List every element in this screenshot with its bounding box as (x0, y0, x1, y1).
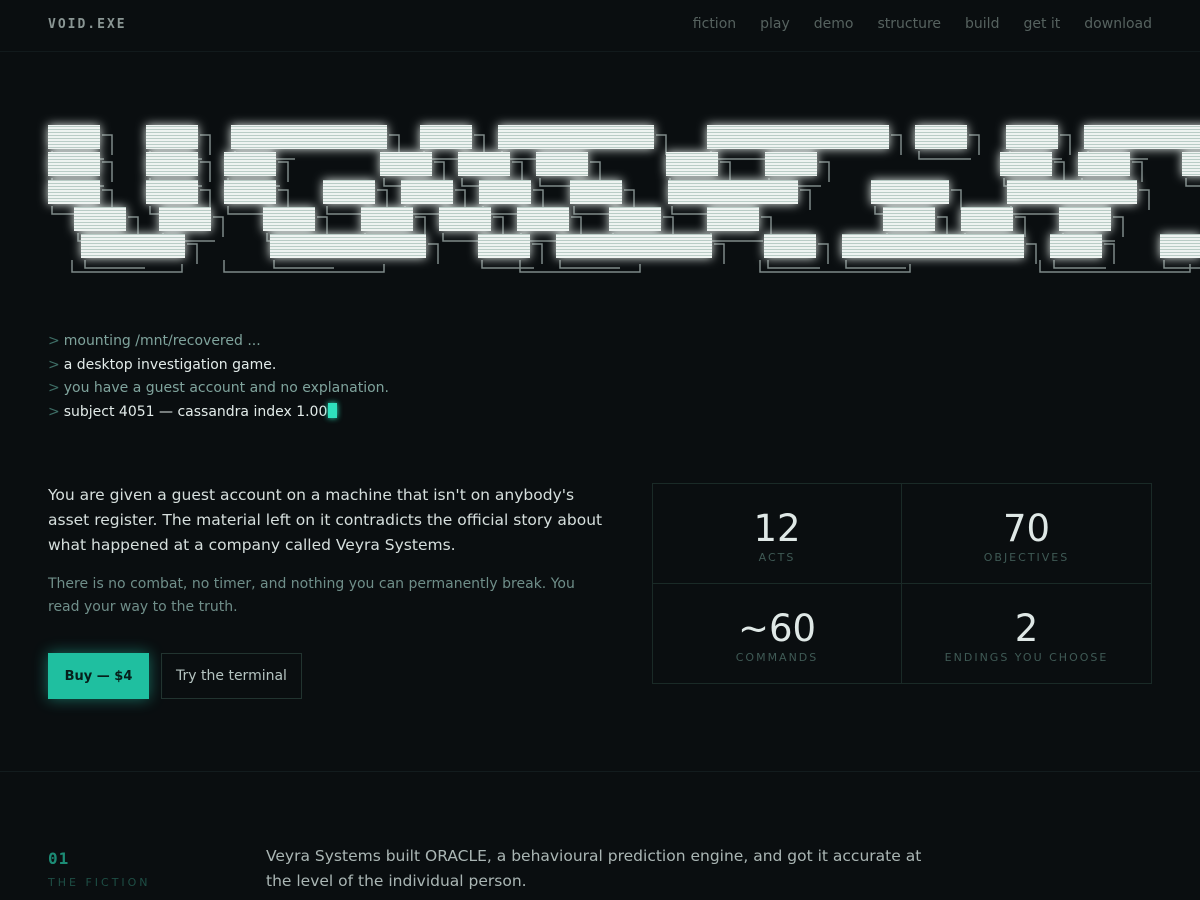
nav-link-download[interactable]: download (1084, 16, 1152, 32)
logo-block (1050, 234, 1102, 258)
logo-block (764, 234, 816, 258)
section-divider (0, 771, 1200, 772)
logo-block (224, 180, 276, 204)
prompt-symbol: > (48, 404, 60, 421)
logo-block (498, 125, 654, 149)
section-text: Veyra Systems built ORACLE, a behavioura… (266, 847, 922, 890)
logo-block (961, 207, 1013, 231)
logo-block (231, 125, 387, 149)
logo-block (1078, 152, 1130, 176)
prompt-symbol: > (48, 380, 60, 397)
stat-value: 70 (1002, 506, 1051, 550)
brand-logo[interactable]: VOID.EXE (48, 17, 127, 32)
logo-block (1084, 125, 1200, 149)
nav-link-get-it[interactable]: get it (1023, 16, 1060, 32)
logo-block (146, 180, 198, 204)
logo-block (668, 180, 798, 204)
logo-block (1006, 125, 1058, 149)
logo-block (707, 125, 889, 149)
logo-block (609, 207, 661, 231)
nav-link-structure[interactable]: structure (877, 16, 941, 32)
logo-block (1182, 152, 1200, 176)
nav-link-demo[interactable]: demo (814, 16, 854, 32)
intro-subtext: There is no combat, no timer, and nothin… (48, 576, 575, 615)
logo-block (401, 180, 453, 204)
stat-value: ~60 (737, 606, 817, 650)
stat-acts: 12 ACTS (653, 484, 902, 584)
logo-block (224, 152, 276, 176)
logo-block (478, 234, 530, 258)
logo-block (1059, 207, 1111, 231)
section-number: 01 (48, 849, 70, 868)
top-nav: VOID.EXE fiction play demo structure bui… (0, 0, 1200, 52)
logo-block (871, 180, 949, 204)
logo-wire (519, 260, 641, 273)
logo-block (270, 234, 426, 258)
logo-block (74, 207, 126, 231)
prompt-symbol: > (48, 356, 60, 373)
stat-label: ACTS (758, 550, 796, 564)
logo-block (556, 234, 712, 258)
stat-label: ENDINGS YOU CHOOSE (944, 650, 1109, 664)
logo-block (765, 152, 817, 176)
logo-block (146, 125, 198, 149)
logo-block (48, 180, 100, 204)
logo-block (48, 125, 100, 149)
terminal-line: > subject 4051 — cassandra index 1.00 (48, 401, 389, 425)
stat-commands: ~60 COMMANDS (653, 583, 902, 683)
logo-block (81, 234, 185, 258)
intro-paragraph: You are given a guest account on a machi… (48, 486, 603, 554)
blinking-cursor (328, 403, 338, 419)
nav-link-fiction[interactable]: fiction (693, 16, 736, 32)
logo-block (570, 180, 622, 204)
logo-block (48, 152, 100, 176)
terminal-line: > mounting /mnt/recovered ... (48, 333, 261, 349)
stat-label: OBJECTIVES (983, 550, 1070, 564)
terminal-line: > a desktop investigation game. (48, 356, 277, 373)
nav-link-build[interactable]: build (965, 16, 999, 32)
logo-wire (759, 260, 911, 273)
logo-block (323, 180, 375, 204)
logo-block (263, 207, 315, 231)
logo-block (380, 152, 432, 176)
glitch-logo-art (0, 100, 1200, 300)
logo-block (1000, 152, 1052, 176)
nav-link-play[interactable]: play (760, 16, 790, 32)
logo-block (1007, 180, 1137, 204)
logo-wire (223, 260, 385, 273)
stat-label: COMMANDS (735, 650, 819, 664)
logo-block (707, 207, 759, 231)
logo-wire (71, 260, 183, 273)
logo-block (1160, 234, 1200, 258)
logo-block (883, 207, 935, 231)
stat-endings: 2 ENDINGS YOU CHOOSE (902, 584, 1151, 684)
stat-value: 2 (1014, 606, 1039, 650)
section-label: THE FICTION (48, 876, 151, 889)
logo-block (842, 234, 1024, 258)
stats-grid: 12 ACTS 70 OBJECTIVES ~60 COMMANDS 2 END… (652, 483, 1152, 684)
logo-block (159, 207, 211, 231)
logo-block (439, 207, 491, 231)
logo-wire (1039, 260, 1191, 273)
stat-value: 12 (753, 506, 801, 550)
terminal-line: > you have a guest account and no explana… (48, 380, 389, 397)
logo-block (361, 207, 413, 231)
logo-block (146, 152, 198, 176)
terminal-boot-log: > mounting /mnt/recovered ... > a desktop … (48, 330, 389, 425)
prompt-symbol: > (48, 333, 60, 349)
stat-objectives: 70 OBJECTIVES (902, 484, 1151, 584)
logo-block (517, 207, 569, 231)
logo-block (666, 152, 718, 176)
logo-block (536, 152, 588, 176)
logo-block (420, 125, 472, 149)
try-terminal-button[interactable]: Try the terminal (161, 653, 302, 699)
logo-block (479, 180, 531, 204)
logo-block (915, 125, 967, 149)
logo-block (458, 152, 510, 176)
buy-button[interactable]: Buy — $4 (48, 653, 149, 699)
nav-links: fiction play demo structure build get it… (693, 16, 1152, 32)
